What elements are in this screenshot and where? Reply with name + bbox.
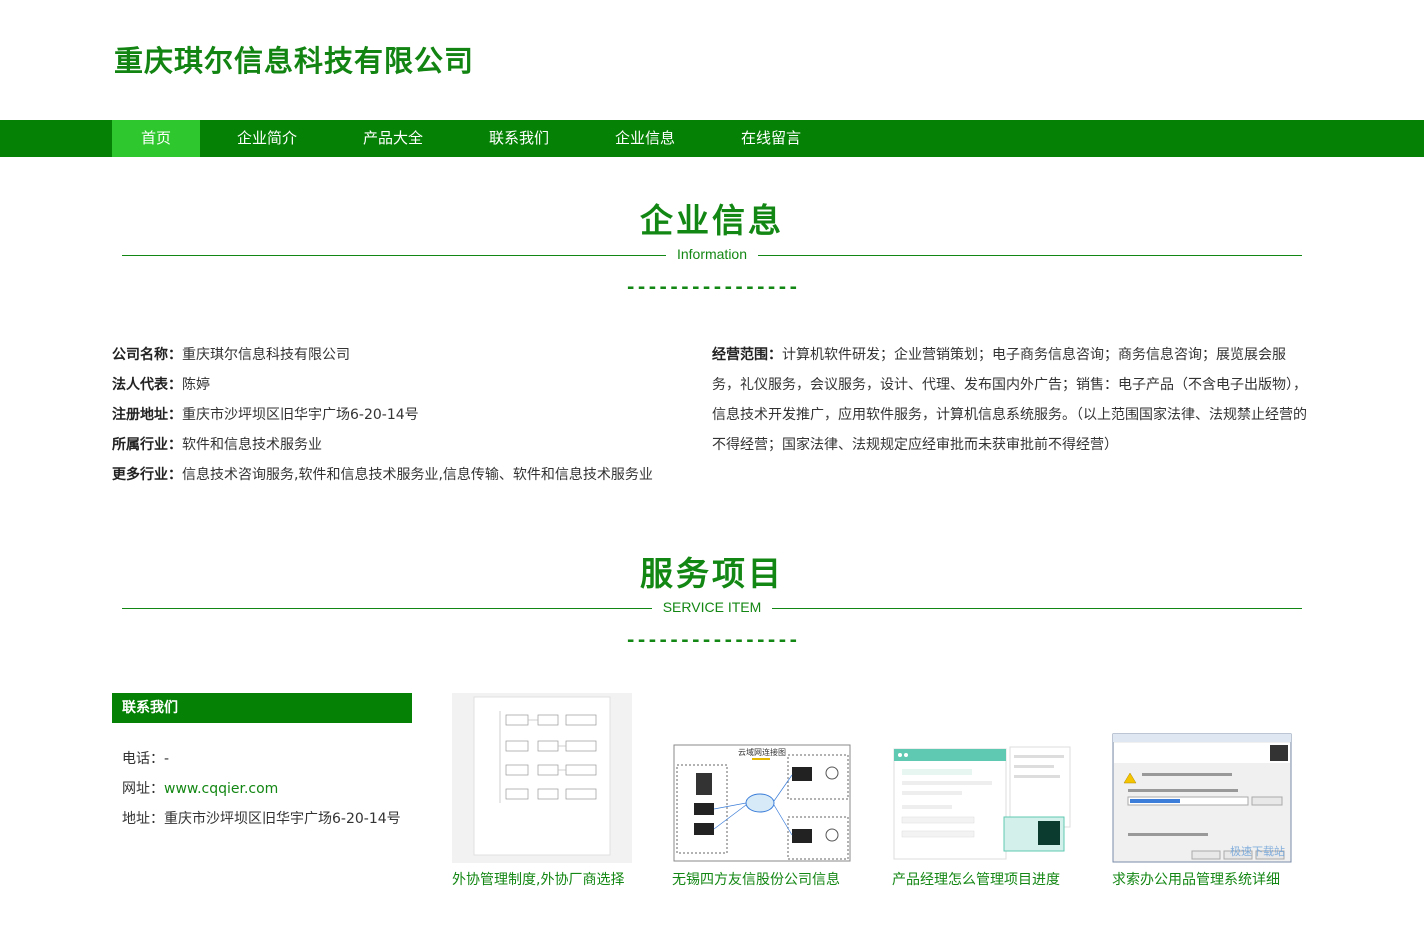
company-section-rule-right	[758, 255, 1302, 256]
flowchart-document-icon[interactable]	[452, 693, 632, 863]
service-section-rule-right	[772, 608, 1302, 609]
nav-item-home[interactable]: 首页	[112, 120, 200, 157]
nav-item-products[interactable]: 产品大全	[348, 120, 438, 157]
contact-phone: 电话：-	[122, 751, 170, 767]
service-section-title: 服务项目	[640, 554, 784, 593]
info-row-legal-rep: 法人代表：陈婷	[112, 377, 210, 393]
product-caption[interactable]: 无锡四方友信股份公司信息	[672, 869, 872, 889]
nav-item-about[interactable]: 企业简介	[222, 120, 312, 157]
website-link[interactable]: www.cqqier.com	[164, 781, 278, 797]
contact-address: 地址：重庆市沙坪坝区旧华宇广场6-20-14号	[122, 811, 401, 827]
site-header: 重庆琪尔信息科技有限公司	[0, 0, 1424, 120]
info-row-industry: 所属行业：软件和信息技术服务业	[112, 437, 322, 453]
contact-website: 网址：www.cqqier.com	[122, 781, 279, 797]
nav-item-contact[interactable]: 联系我们	[474, 120, 564, 157]
installer-window-icon[interactable]: 极速下载站	[1112, 733, 1292, 863]
network-diagram-icon[interactable]: 云域网连接图	[672, 743, 852, 863]
company-info-list: 公司名称：重庆琪尔信息科技有限公司 法人代表：陈婷 注册地址：重庆市沙坪坝区旧华…	[112, 340, 692, 490]
service-section-subtitle: SERVICE ITEM	[662, 599, 762, 615]
app-screenshot-icon[interactable]	[892, 743, 1072, 863]
site-title[interactable]: 重庆琪尔信息科技有限公司	[114, 38, 474, 80]
main-nav: 首页 企业简介 产品大全 联系我们 企业信息 在线留言	[0, 120, 1424, 157]
info-row-more-industries: 更多行业：信息技术咨询服务,软件和信息技术服务业,信息传输、软件和信息技术服务业	[112, 467, 653, 483]
info-row-company-name: 公司名称：重庆琪尔信息科技有限公司	[112, 347, 350, 363]
nav-item-message[interactable]: 在线留言	[726, 120, 816, 157]
diagram-title: 云域网连接图	[738, 747, 786, 757]
contact-box: 电话：- 网址：www.cqqier.com 地址：重庆市沙坪坝区旧华宇广场6-…	[122, 744, 422, 834]
product-caption[interactable]: 产品经理怎么管理项目进度	[892, 869, 1092, 889]
service-section-divider: ----------------	[625, 630, 799, 651]
company-section-divider: ----------------	[625, 277, 799, 298]
watermark-text: 极速下载站	[1230, 844, 1285, 858]
company-section-title: 企业信息	[640, 201, 784, 240]
product-caption[interactable]: 求索办公用品管理系统详细	[1112, 869, 1312, 889]
info-row-address: 注册地址：重庆市沙坪坝区旧华宇广场6-20-14号	[112, 407, 419, 423]
product-caption[interactable]: 外协管理制度,外协厂商选择	[452, 869, 652, 889]
company-section-subtitle: Information	[676, 246, 748, 262]
contact-box-title: 联系我们	[112, 693, 412, 723]
business-scope: 经营范围：计算机软件研发；企业营销策划；电子商务信息咨询；商务信息咨询；展览展会…	[712, 347, 1307, 453]
nav-item-company-info[interactable]: 企业信息	[600, 120, 690, 157]
